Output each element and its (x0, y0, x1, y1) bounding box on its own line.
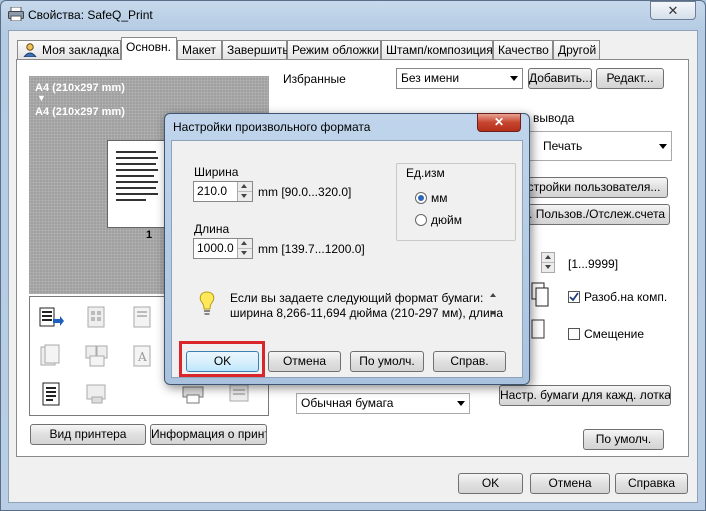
length-range: mm [139.7...1200.0] (258, 242, 365, 256)
offset-icon (531, 319, 545, 339)
preview-page-number: 1 (146, 229, 153, 241)
copies-range: [1...9999] (568, 257, 619, 271)
edit-favorite-button[interactable]: Редакт... (596, 68, 664, 89)
add-favorite-button[interactable]: Добавить... (528, 68, 592, 89)
help-button[interactable]: Справка (615, 473, 688, 494)
tab-label: Завершить (227, 43, 289, 57)
document-icon[interactable] (130, 305, 156, 331)
scroll-down-icon[interactable] (490, 311, 496, 315)
account-tracking-button[interactable]: т. Пользов./Отслеж.счета (520, 204, 670, 225)
user-settings-button[interactable]: стройки пользователя... (520, 177, 668, 198)
copies-spinner[interactable] (541, 252, 555, 273)
ok-button[interactable]: OK (458, 473, 523, 494)
dialog-close-button[interactable]: ✕ (477, 113, 521, 132)
cancel-button[interactable]: Отмена (530, 473, 610, 494)
favorites-value: Без имени (401, 71, 460, 85)
units-mm-label: мм (431, 191, 448, 205)
tab-label: Основн. (126, 40, 171, 54)
collate-icon (531, 282, 549, 307)
layout-icon[interactable] (84, 305, 110, 331)
output-method-value: Печать (543, 139, 583, 153)
preview-paper: 1 (107, 140, 167, 241)
spin-up-icon[interactable] (238, 182, 252, 192)
tab-cover-mode[interactable]: Режим обложки (287, 40, 381, 59)
spin-down-icon[interactable] (238, 192, 252, 201)
lightbulb-icon (199, 291, 215, 315)
preview-size-original: A4 (210x297 mm) (35, 82, 125, 94)
width-spinner[interactable] (237, 182, 252, 201)
title-bar: Свойства: SafeQ_Print ✕ (0, 0, 704, 30)
width-label: Ширина (194, 165, 239, 179)
staple-icon[interactable] (38, 343, 64, 369)
tab-label: Качество (498, 43, 549, 57)
spin-up-icon[interactable] (542, 253, 554, 263)
offset-checkbox[interactable] (568, 328, 580, 340)
preview-size-output: A4 (210x297 mm) (35, 106, 125, 118)
dialog-defaults-button[interactable]: По умолч. (350, 351, 424, 372)
printer-info-button[interactable]: Информация о принт. (150, 424, 267, 445)
tab-my-tab[interactable]: Моя закладка (17, 40, 121, 59)
length-value: 1000.0 (197, 241, 234, 255)
info-text-line2: ширина 8,266-11,694 дюйма (210-297 мм), … (230, 306, 504, 320)
tab-label: Макет (182, 43, 216, 57)
length-spinner[interactable] (237, 239, 252, 258)
paper-type-select[interactable]: Обычная бумага (296, 393, 470, 414)
units-inch-label: дюйм (431, 213, 462, 227)
paper-per-tray-button[interactable]: Настр. бумаги для кажд. лотка... (499, 385, 671, 406)
favorites-label: Избранные (283, 72, 346, 86)
tab-label: Другой (558, 43, 597, 57)
dialog-help-button[interactable]: Справ. (433, 351, 506, 372)
collate-label: Разоб.на комп. (584, 290, 668, 304)
favorites-select[interactable]: Без имени (396, 68, 523, 89)
width-range: mm [90.0...320.0] (258, 185, 352, 199)
width-input[interactable]: 210.0 (193, 181, 253, 202)
font-icon[interactable]: A (130, 343, 156, 369)
collate-checkbox[interactable] (568, 291, 580, 303)
tab-quality[interactable]: Качество (493, 40, 553, 59)
units-inch-radio[interactable] (415, 214, 427, 226)
output-method-label: вывода (533, 111, 575, 125)
tab-layout[interactable]: Макет (177, 40, 222, 59)
tab-label: Режим обложки (292, 43, 379, 57)
dialog-cancel-button[interactable]: Отмена (268, 351, 341, 372)
spin-down-icon[interactable] (542, 263, 554, 272)
spin-up-icon[interactable] (238, 239, 252, 249)
tab-label: Моя закладка (42, 43, 120, 57)
check-icon (569, 292, 579, 302)
booklet-icon[interactable] (84, 343, 110, 369)
text-document-icon[interactable] (38, 381, 64, 407)
length-input[interactable]: 1000.0 (193, 238, 253, 259)
offset-label: Смещение (584, 327, 645, 341)
printer-view-button[interactable]: Вид принтера (30, 424, 146, 445)
window-title: Свойства: SafeQ_Print (28, 8, 153, 22)
window-close-button[interactable]: ✕ (650, 1, 696, 20)
dialog-ok-button[interactable]: OK (186, 351, 259, 372)
chevron-down-icon (659, 144, 667, 149)
user-icon (23, 43, 37, 57)
printer-icon (8, 7, 24, 21)
svg-text:A: A (137, 350, 147, 364)
punch-icon[interactable] (84, 381, 110, 407)
width-value: 210.0 (197, 184, 228, 198)
spin-down-icon[interactable] (238, 249, 252, 258)
print-direct-icon[interactable] (38, 305, 64, 331)
tab-other[interactable]: Другой (553, 40, 600, 59)
output-method-select[interactable]: Печать (520, 131, 672, 161)
info-text-line1: Если вы задаете следующий формат бумаги: (230, 291, 484, 305)
units-mm-radio[interactable] (415, 192, 427, 204)
defaults-button[interactable]: По умолч. (583, 429, 664, 450)
chevron-down-icon (510, 76, 518, 81)
info-scrollbar[interactable] (488, 291, 500, 321)
length-label: Длина (194, 222, 230, 236)
preview-arrow: ▼ (37, 93, 46, 103)
chevron-down-icon (457, 401, 465, 406)
tab-basic[interactable]: Основн. (121, 37, 177, 60)
tab-label: Штамп/композиция (386, 43, 493, 57)
dialog-title: Настройки произвольного формата (173, 120, 371, 134)
tab-finish[interactable]: Завершить (222, 40, 289, 59)
scroll-up-icon[interactable] (490, 293, 496, 297)
paper-type-value: Обычная бумага (301, 396, 394, 410)
units-label: Ед.изм (404, 166, 447, 180)
tab-stamp[interactable]: Штамп/композиция (381, 40, 493, 59)
